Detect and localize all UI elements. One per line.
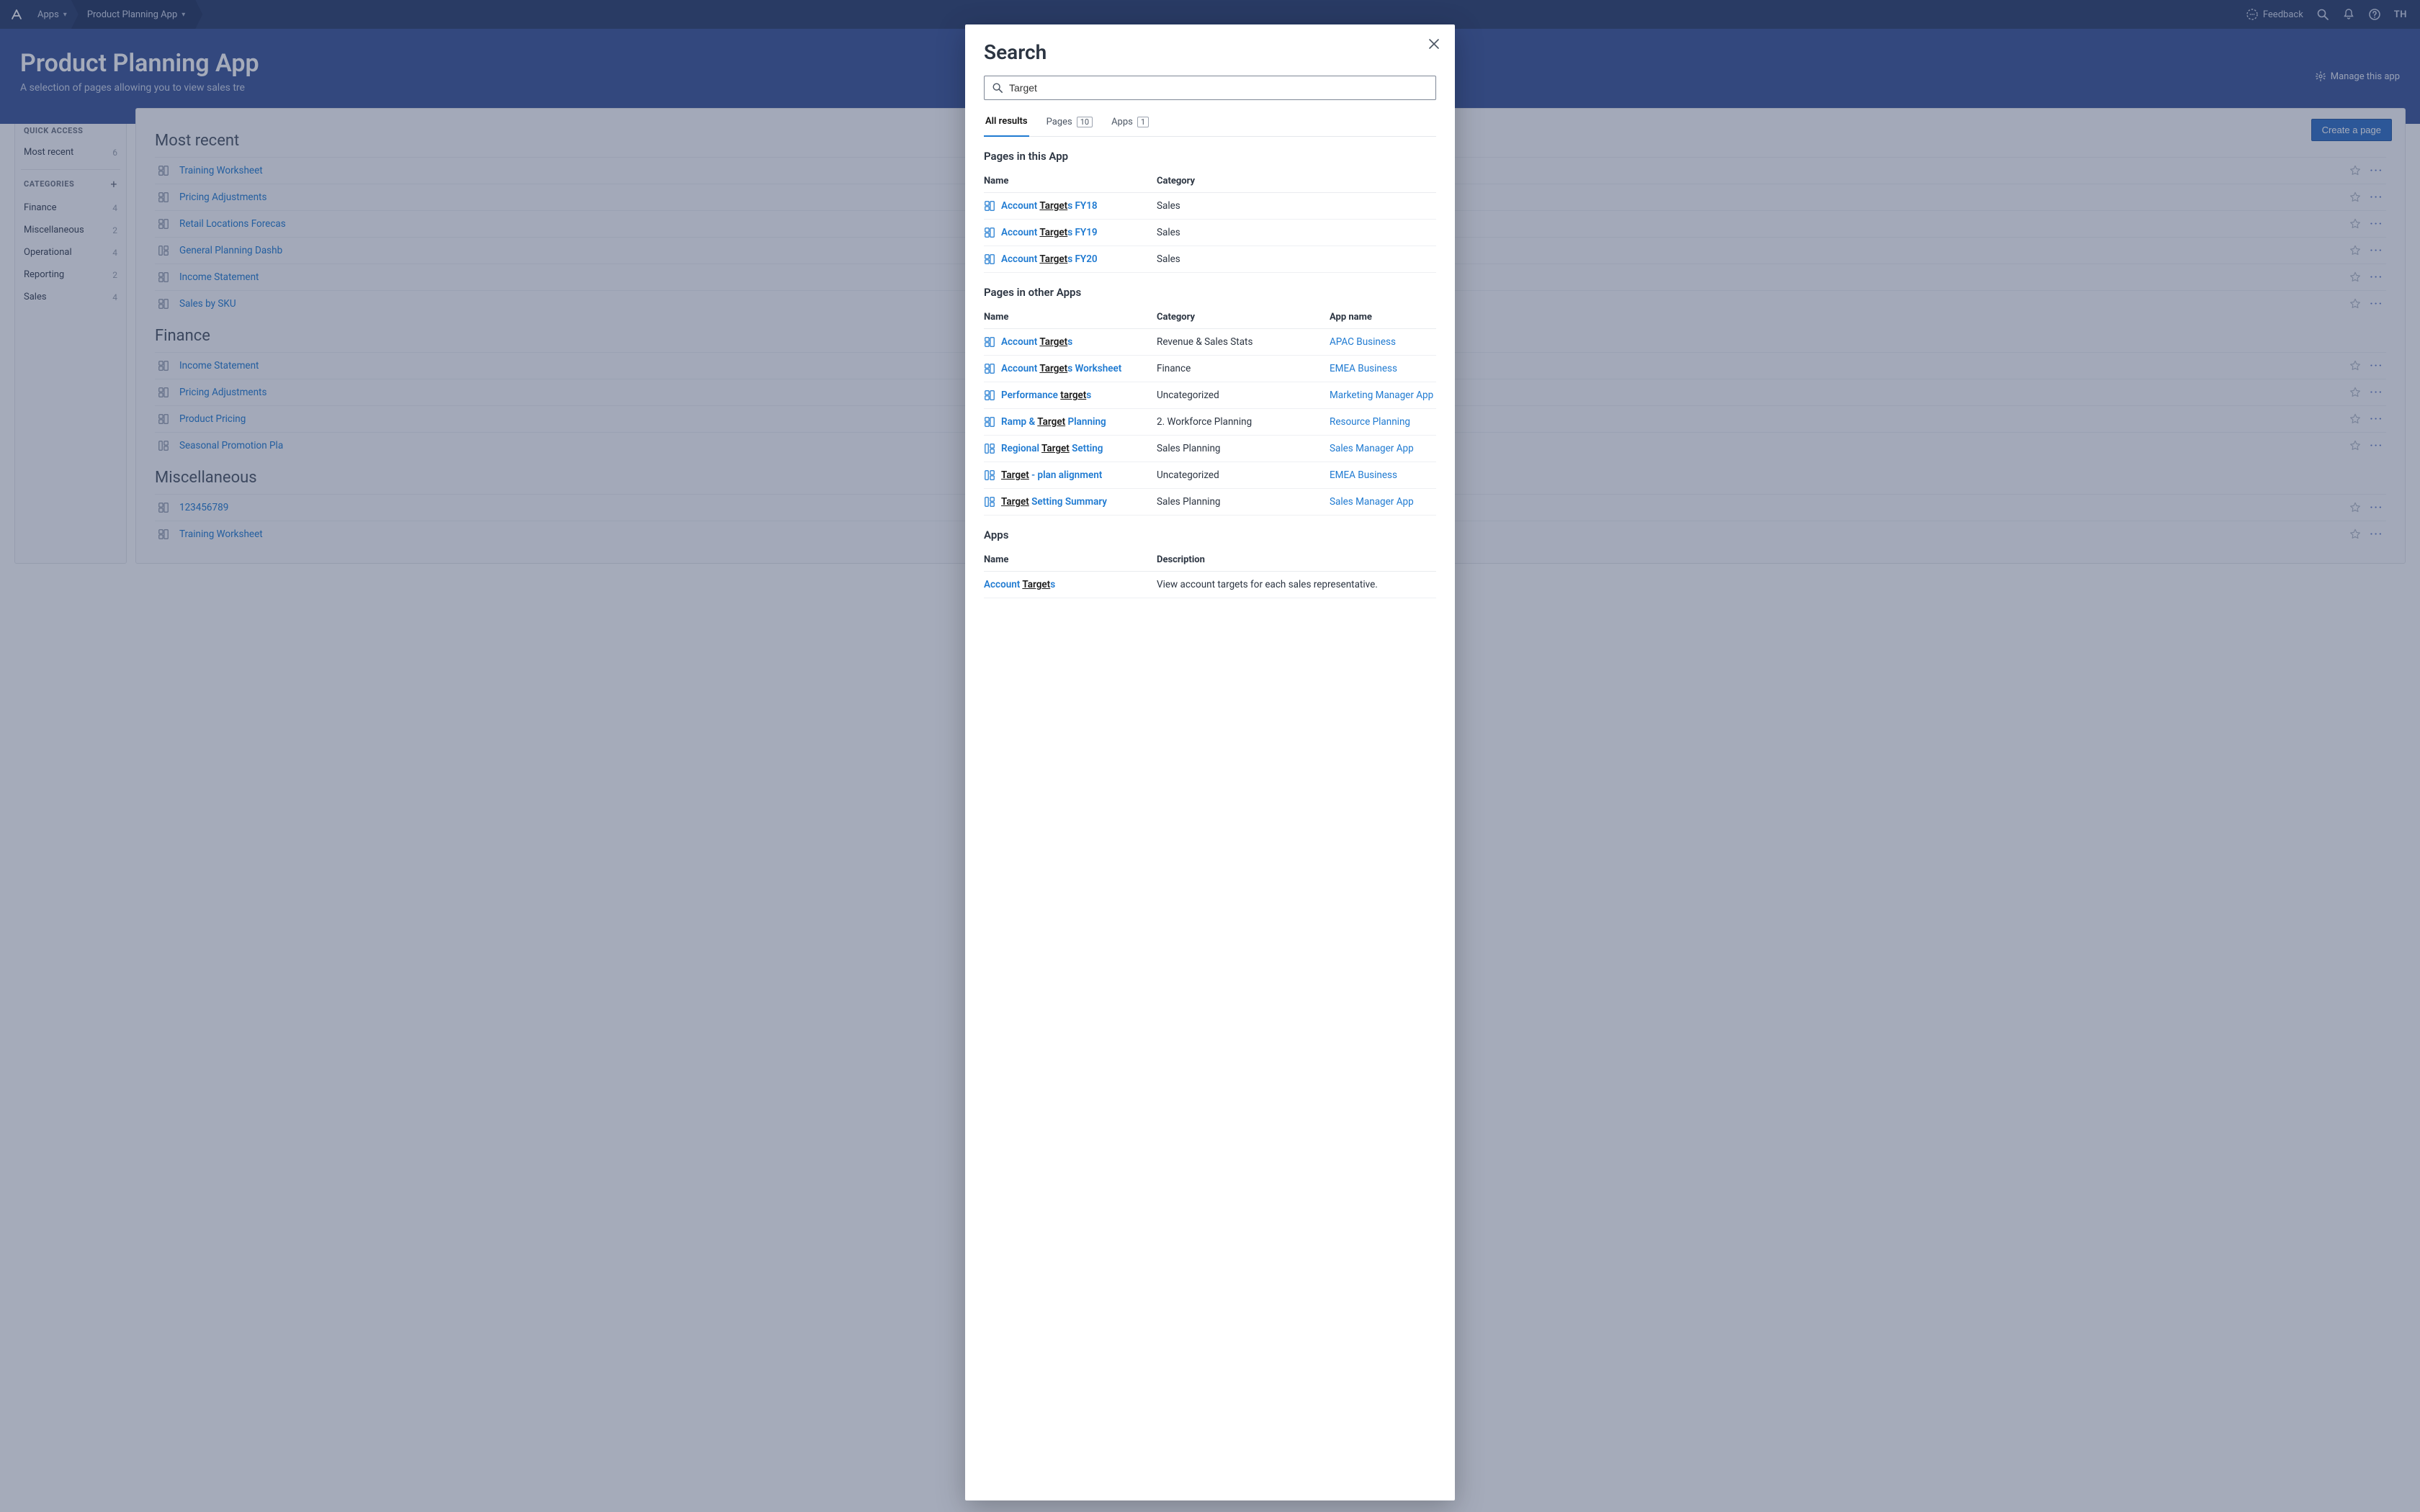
close-button[interactable]	[1428, 37, 1440, 50]
modal-tabs: All results Pages 10 Apps 1	[984, 109, 1436, 137]
result-category: Sales	[1157, 200, 1330, 212]
result-row[interactable]: Account Targets Revenue & Sales StatsAPAC…	[984, 329, 1436, 356]
result-category: Uncategorized	[1157, 390, 1330, 401]
result-app-link[interactable]: EMEA Business	[1330, 363, 1397, 374]
results-header: Name Category App name	[984, 306, 1436, 329]
result-category: Sales	[1157, 227, 1330, 238]
result-row[interactable]: Account Targets FY18 Sales	[984, 193, 1436, 220]
board-icon	[984, 443, 995, 454]
worksheet-icon	[984, 227, 995, 238]
result-link[interactable]: Target - plan alignment	[1001, 469, 1102, 481]
modal-title: Search	[984, 40, 1436, 64]
result-category: Sales Planning	[1157, 496, 1330, 508]
tab-label: All results	[985, 116, 1028, 127]
board-icon	[984, 469, 995, 481]
result-category: Revenue & Sales Stats	[1157, 336, 1330, 348]
section-heading-this-app: Pages in this App	[984, 150, 1436, 163]
result-row[interactable]: Account Targets FY19 Sales	[984, 220, 1436, 246]
result-category: 2. Workforce Planning	[1157, 416, 1330, 428]
result-app-link[interactable]: Resource Planning	[1330, 416, 1410, 428]
col-category: Category	[1157, 312, 1330, 323]
result-app-link[interactable]: Sales Manager App	[1330, 496, 1414, 508]
result-row[interactable]: Target Setting Summary Sales PlanningSale…	[984, 489, 1436, 516]
section-heading-other-apps: Pages in other Apps	[984, 286, 1436, 299]
worksheet-icon	[984, 253, 995, 265]
section-heading-apps: Apps	[984, 528, 1436, 541]
result-category: Uncategorized	[1157, 469, 1330, 481]
tab-count: 10	[1077, 117, 1093, 127]
worksheet-icon	[984, 200, 995, 212]
result-row[interactable]: Account Targets Worksheet FinanceEMEA Bus…	[984, 356, 1436, 382]
col-name: Name	[984, 176, 1157, 186]
result-category: Finance	[1157, 363, 1330, 374]
tab-label: Apps	[1111, 117, 1133, 127]
result-category: Sales	[1157, 253, 1330, 265]
col-name: Name	[984, 312, 1157, 323]
result-link[interactable]: Account Targets	[984, 579, 1055, 590]
search-input[interactable]	[1009, 82, 1428, 94]
result-app-link[interactable]: Sales Manager App	[1330, 443, 1414, 454]
result-row[interactable]: Account Targets View account targets for …	[984, 572, 1436, 598]
result-row[interactable]: Regional Target Setting Sales PlanningSal…	[984, 436, 1436, 462]
result-link[interactable]: Account Targets FY20	[1001, 253, 1098, 265]
results-header: Name Description	[984, 549, 1436, 572]
tab-count: 1	[1137, 117, 1149, 127]
result-link[interactable]: Target Setting Summary	[1001, 496, 1107, 508]
result-link[interactable]: Regional Target Setting	[1001, 443, 1103, 454]
result-app-link[interactable]: APAC Business	[1330, 336, 1396, 348]
result-link[interactable]: Account Targets	[1001, 336, 1072, 348]
result-link[interactable]: Account Targets FY18	[1001, 200, 1098, 212]
worksheet-icon	[984, 336, 995, 348]
close-icon	[1428, 37, 1440, 50]
result-category: Sales Planning	[1157, 443, 1330, 454]
worksheet-icon	[984, 416, 995, 428]
search-field[interactable]	[984, 76, 1436, 100]
search-modal: Search All results Pages 10 Apps 1 Pages…	[965, 24, 1455, 1500]
result-row[interactable]: Ramp & Target Planning 2. Workforce Plann…	[984, 409, 1436, 436]
result-description: View account targets for each sales repr…	[1157, 579, 1436, 590]
tab-pages[interactable]: Pages 10	[1045, 109, 1094, 136]
col-app-name: App name	[1330, 312, 1436, 323]
board-icon	[984, 496, 995, 508]
result-row[interactable]: Performance targets UncategorizedMarketin…	[984, 382, 1436, 409]
col-name: Name	[984, 554, 1157, 565]
worksheet-icon	[984, 363, 995, 374]
tab-label: Pages	[1047, 117, 1072, 127]
worksheet-icon	[984, 390, 995, 401]
result-row[interactable]: Target - plan alignment UncategorizedEMEA…	[984, 462, 1436, 489]
result-link[interactable]: Account Targets FY19	[1001, 227, 1098, 238]
modal-overlay[interactable]: Search All results Pages 10 Apps 1 Pages…	[0, 0, 2420, 1512]
tab-all-results[interactable]: All results	[984, 109, 1029, 137]
result-row[interactable]: Account Targets FY20 Sales	[984, 246, 1436, 273]
result-link[interactable]: Ramp & Target Planning	[1001, 416, 1106, 428]
col-description: Description	[1157, 554, 1436, 565]
result-app-link[interactable]: EMEA Business	[1330, 469, 1397, 481]
tab-apps[interactable]: Apps 1	[1110, 109, 1150, 136]
result-link[interactable]: Performance targets	[1001, 390, 1091, 401]
results-header: Name Category	[984, 170, 1436, 193]
search-icon	[992, 82, 1003, 94]
result-link[interactable]: Account Targets Worksheet	[1001, 363, 1121, 374]
result-app-link[interactable]: Marketing Manager App	[1330, 390, 1433, 401]
col-category: Category	[1157, 176, 1330, 186]
